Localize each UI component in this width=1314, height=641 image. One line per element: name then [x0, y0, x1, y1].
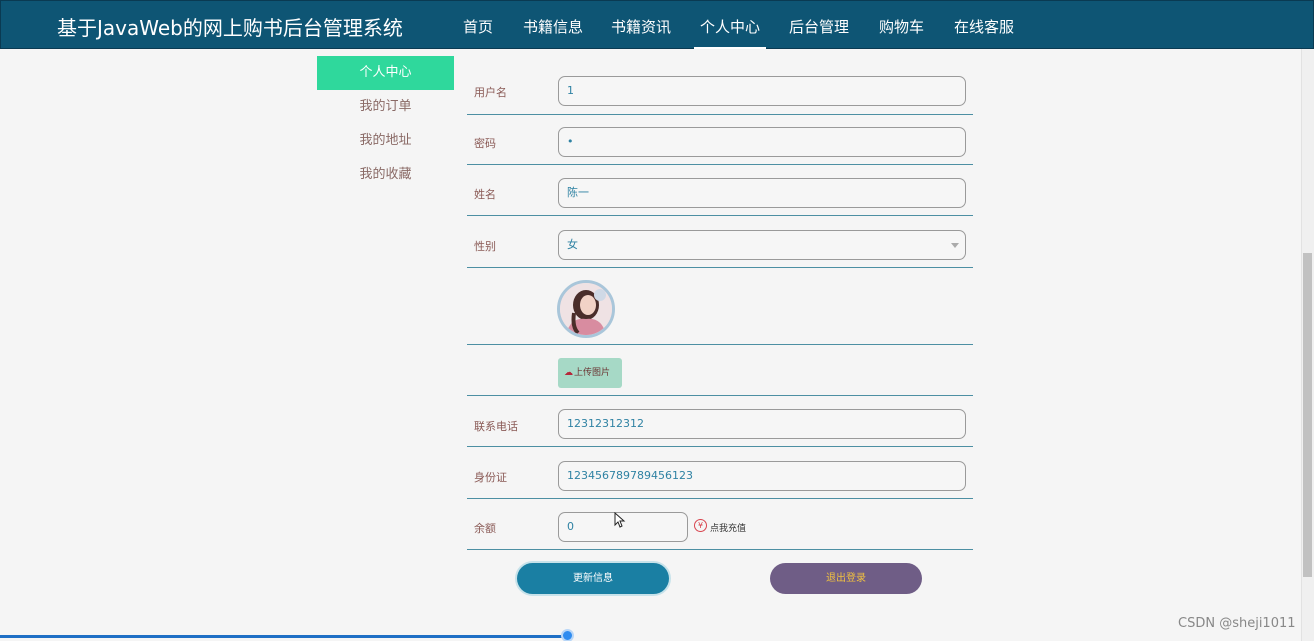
logout-button[interactable]: 退出登录: [770, 563, 922, 594]
form-row-upload: [467, 345, 973, 396]
form-row-gender: 性别 女: [467, 216, 973, 268]
name-label: 姓名: [474, 188, 496, 201]
balance-label: 余额: [474, 522, 496, 535]
form-row-phone: 联系电话 12312312312: [467, 396, 973, 447]
username-input[interactable]: 1: [558, 76, 966, 106]
yuan-icon[interactable]: ¥: [694, 519, 707, 532]
scrollbar-thumb[interactable]: [1303, 253, 1312, 577]
nav-personal-center[interactable]: 个人中心: [693, 16, 767, 49]
name-input[interactable]: 陈一: [558, 178, 966, 208]
chevron-down-icon: [951, 243, 959, 248]
sidebar-item-my-favorites[interactable]: 我的收藏: [317, 158, 454, 192]
user-avatar-photo: [560, 283, 612, 335]
password-input[interactable]: •: [558, 127, 966, 157]
password-label: 密码: [474, 137, 496, 150]
progress-handle[interactable]: [561, 629, 574, 641]
recharge-link[interactable]: 点我充值: [710, 521, 746, 534]
form-row-avatar: [467, 268, 973, 345]
sidebar-item-my-orders[interactable]: 我的订单: [317, 90, 454, 124]
nav-cart[interactable]: 购物车: [879, 16, 924, 37]
username-label: 用户名: [474, 86, 507, 99]
sidebar-item-my-address[interactable]: 我的地址: [317, 124, 454, 158]
nav-home[interactable]: 首页: [463, 16, 493, 37]
update-info-button[interactable]: 更新信息: [517, 563, 669, 594]
gender-selected-value: 女: [567, 238, 578, 251]
top-navbar: 基于JavaWeb的网上购书后台管理系统 首页 书籍信息 书籍资讯 个人中心 后…: [0, 0, 1314, 49]
video-progress-bar[interactable]: [0, 635, 568, 638]
id-card-label: 身份证: [474, 471, 507, 484]
form-row-id-card: 身份证 123456789789456123: [467, 447, 973, 499]
id-card-input[interactable]: 123456789789456123: [558, 461, 966, 491]
nav-book-info[interactable]: 书籍信息: [523, 16, 583, 37]
nav-book-news[interactable]: 书籍资讯: [611, 16, 671, 37]
phone-input[interactable]: 12312312312: [558, 409, 966, 439]
cloud-upload-icon: ☁: [564, 368, 573, 378]
site-title: 基于JavaWeb的网上购书后台管理系统: [57, 16, 403, 40]
gender-label: 性别: [474, 240, 496, 253]
form-row-password: 密码 •: [467, 115, 973, 165]
gender-select[interactable]: 女: [558, 230, 966, 260]
form-row-username: 用户名 1: [467, 64, 973, 115]
form-row-name: 姓名 陈一: [467, 165, 973, 216]
sidebar-item-personal-center[interactable]: 个人中心: [317, 56, 454, 90]
nav-online-service[interactable]: 在线客服: [954, 16, 1014, 37]
nav-admin[interactable]: 后台管理: [789, 16, 849, 37]
phone-label: 联系电话: [474, 420, 518, 433]
watermark: CSDN @sheji1011: [1178, 616, 1296, 631]
upload-image-button[interactable]: ☁上传图片: [558, 358, 622, 388]
upload-image-label: 上传图片: [574, 368, 611, 378]
mouse-pointer-icon: [614, 512, 626, 528]
user-avatar: [557, 280, 615, 338]
